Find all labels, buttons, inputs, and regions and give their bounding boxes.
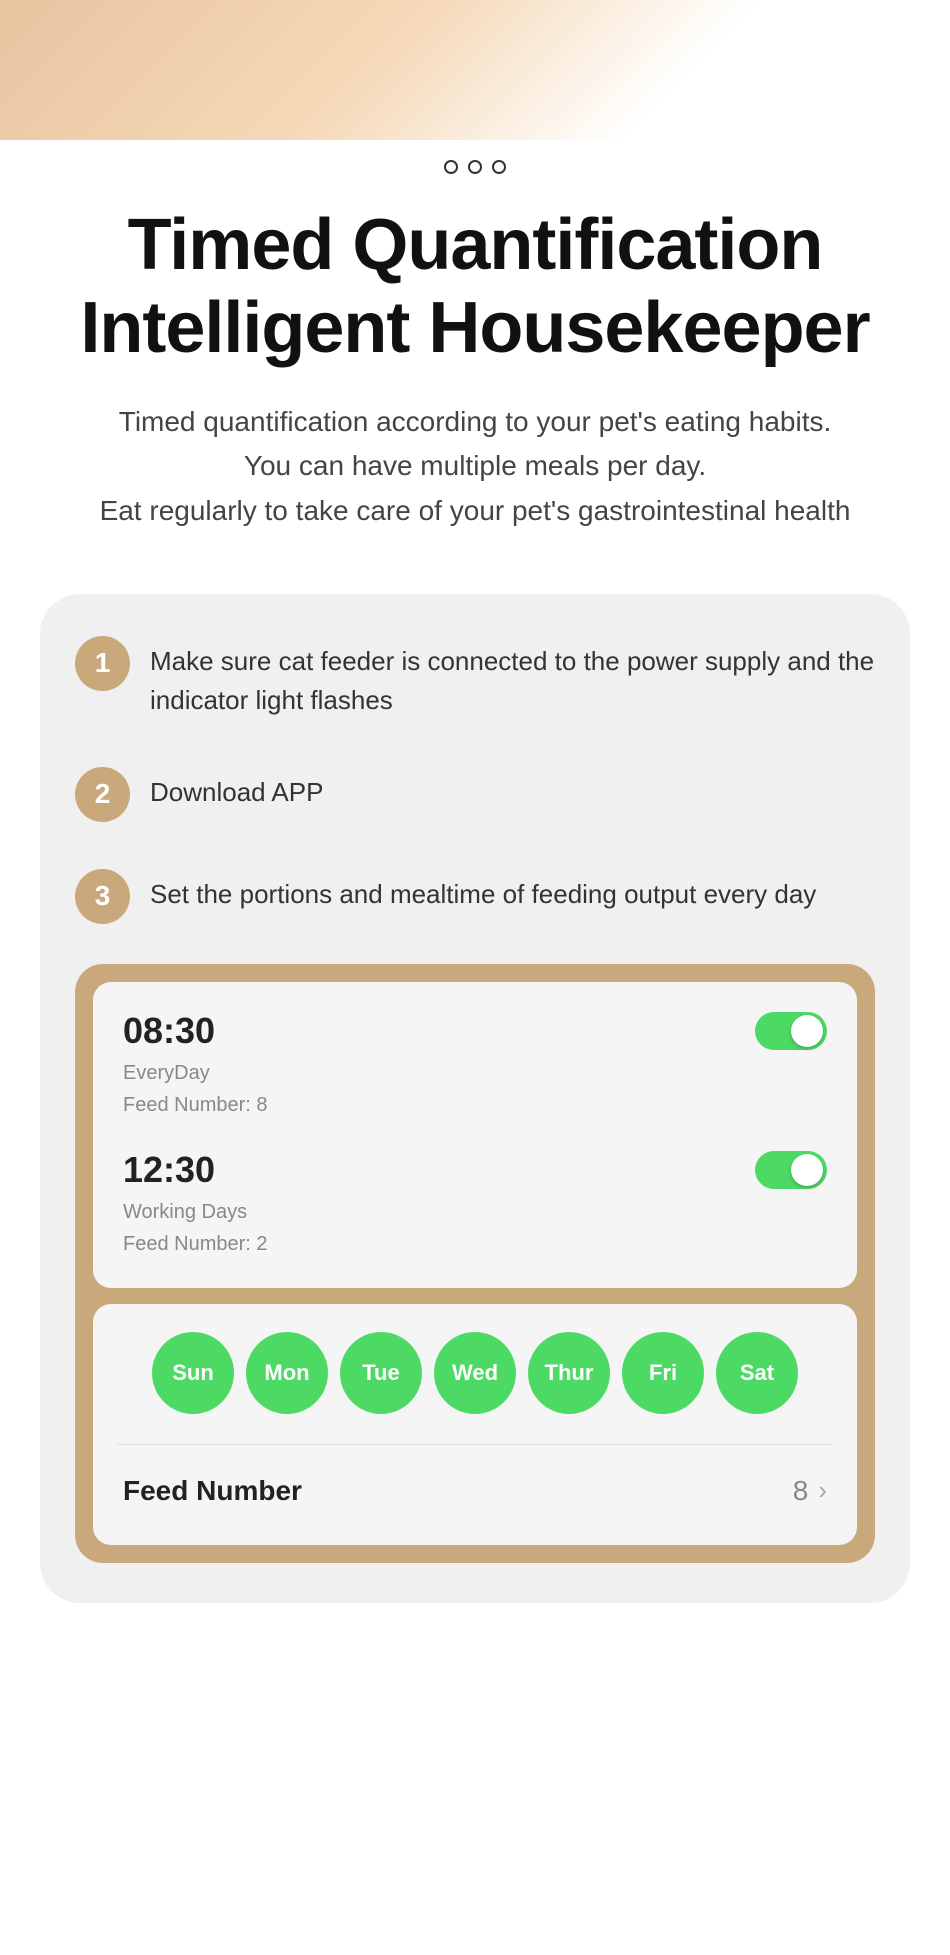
feed-number-value: 8 › <box>793 1475 827 1507</box>
meal-2-feed: Feed Number: 2 <box>123 1233 268 1255</box>
day-pill-wed[interactable]: Wed <box>434 1332 516 1414</box>
divider <box>117 1444 833 1445</box>
day-pills: Sun Mon Tue Wed Thur Fri Sat <box>117 1332 833 1414</box>
step-item-3: 3 Set the portions and mealtime of feedi… <box>75 867 875 924</box>
feed-number-row[interactable]: Feed Number 8 › <box>117 1465 833 1517</box>
subtitle-line1: Timed quantification according to your p… <box>119 406 832 437</box>
title-line2: Intelligent Housekeeper <box>80 288 869 368</box>
meal-2-time: 12:30 <box>123 1149 215 1191</box>
step-number-1: 1 <box>75 636 130 691</box>
feed-number-label: Feed Number <box>123 1475 302 1507</box>
main-card: 1 Make sure cat feeder is connected to t… <box>40 594 910 1603</box>
dot-2 <box>468 160 482 174</box>
day-pill-fri[interactable]: Fri <box>622 1332 704 1414</box>
step-number-2: 2 <box>75 767 130 822</box>
meal-entry-1: 08:30 EveryDay Feed Number: 8 <box>123 1010 827 1121</box>
meal-1-header: 08:30 <box>123 1010 827 1052</box>
subtitle: Timed quantification according to your p… <box>40 400 910 534</box>
day-pill-mon[interactable]: Mon <box>246 1332 328 1414</box>
meal-cards: 08:30 EveryDay Feed Number: 8 12:30 Work… <box>93 982 857 1288</box>
step-item-1: 1 Make sure cat feeder is connected to t… <box>75 634 875 720</box>
subtitle-line2: You can have multiple meals per day. <box>244 450 706 481</box>
headline-section: Timed Quantification Intelligent Houseke… <box>0 204 950 564</box>
meal-1-time: 08:30 <box>123 1010 215 1052</box>
title-line1: Timed Quantification <box>128 205 823 285</box>
meal-2-repeat: Working Days <box>123 1201 247 1223</box>
meal-2-detail: Working Days Feed Number: 2 <box>123 1196 827 1260</box>
step-text-1: Make sure cat feeder is connected to the… <box>150 634 875 720</box>
day-pill-sat[interactable]: Sat <box>716 1332 798 1414</box>
meal-entry-2: 12:30 Working Days Feed Number: 2 <box>123 1149 827 1260</box>
day-pill-tue[interactable]: Tue <box>340 1332 422 1414</box>
subtitle-line3: Eat regularly to take care of your pet's… <box>100 495 851 526</box>
dot-3 <box>492 160 506 174</box>
chevron-right-icon: › <box>818 1475 827 1506</box>
day-selector-card: Sun Mon Tue Wed Thur Fri Sat <box>93 1304 857 1545</box>
meal-1-feed: Feed Number: 8 <box>123 1094 268 1116</box>
step-text-2: Download APP <box>150 765 323 812</box>
hero-image <box>0 0 950 140</box>
main-title: Timed Quantification Intelligent Houseke… <box>40 204 910 370</box>
meal-2-header: 12:30 <box>123 1149 827 1191</box>
page-dots <box>0 140 950 204</box>
day-pill-sun[interactable]: Sun <box>152 1332 234 1414</box>
day-pill-thur[interactable]: Thur <box>528 1332 610 1414</box>
meal-2-toggle[interactable] <box>755 1151 827 1189</box>
step-text-3: Set the portions and mealtime of feeding… <box>150 867 816 914</box>
step-number-3: 3 <box>75 869 130 924</box>
steps-list: 1 Make sure cat feeder is connected to t… <box>75 634 875 924</box>
schedule-outer: 08:30 EveryDay Feed Number: 8 12:30 Work… <box>75 964 875 1563</box>
meal-1-detail: EveryDay Feed Number: 8 <box>123 1057 827 1121</box>
feed-number-count: 8 <box>793 1475 809 1507</box>
dot-1 <box>444 160 458 174</box>
meal-1-toggle[interactable] <box>755 1012 827 1050</box>
meal-1-repeat: EveryDay <box>123 1062 210 1084</box>
step-item-2: 2 Download APP <box>75 765 875 822</box>
